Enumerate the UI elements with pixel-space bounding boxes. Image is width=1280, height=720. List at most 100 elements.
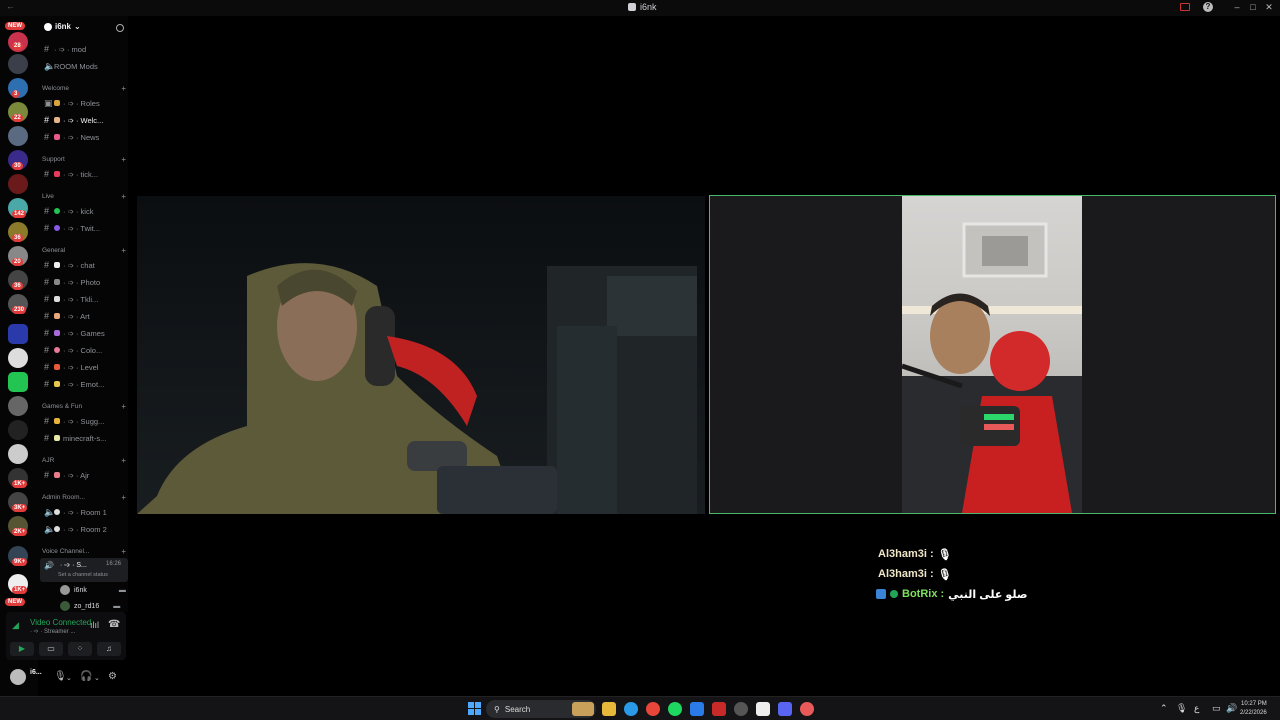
server-icon[interactable] (8, 174, 28, 194)
settings-icon[interactable] (734, 702, 748, 716)
hash-icon: # (44, 470, 50, 480)
headphones-icon[interactable]: 🎧 (80, 671, 92, 682)
rules-icon: ▣ (44, 97, 53, 108)
channel-room-mods[interactable]: 🔈 ROOM Mods (44, 59, 126, 73)
server-icon[interactable] (8, 420, 28, 440)
channel-room-2[interactable]: 🔈 · ➩ · Room 2 (44, 522, 126, 536)
network-icon[interactable]: ▭ (1212, 703, 1221, 714)
file-explorer-icon[interactable] (602, 702, 616, 716)
emoji-icon (54, 171, 60, 177)
server-icon[interactable] (8, 396, 28, 416)
help-icon[interactable]: ? (1203, 2, 1213, 12)
spotify-icon[interactable] (668, 702, 682, 716)
plus-icon[interactable]: + (121, 493, 126, 502)
category-admin-room[interactable]: Admin Room... + (42, 492, 126, 502)
invite-icon[interactable] (116, 24, 124, 32)
channel-minecraft[interactable]: # minecraft-s... (44, 431, 126, 445)
signal-icon[interactable]: ◢ (12, 620, 24, 630)
soundboard-button[interactable]: ♫ (97, 642, 121, 656)
server-name-header[interactable]: i6nk ⌄ (44, 22, 81, 31)
channel-chat[interactable]: # · ➩ · chat (44, 258, 126, 272)
channel-welcome[interactable]: # · ➩ · Welc... (44, 113, 126, 127)
plus-icon[interactable]: + (121, 155, 126, 164)
back-arrow-icon[interactable]: ← (6, 1, 15, 11)
server-icon[interactable] (8, 444, 28, 464)
category-games-fun[interactable]: Games & Fun + (42, 401, 126, 411)
category-live[interactable]: Live + (42, 191, 126, 201)
kick-server-icon[interactable] (8, 372, 28, 392)
start-button[interactable] (468, 702, 481, 715)
language-icon[interactable]: ع (1194, 703, 1199, 714)
channel-news[interactable]: # · ➩ · News (44, 130, 126, 144)
discord-icon[interactable] (778, 702, 792, 716)
system-clock[interactable]: 10:27 PM 2/22/2026 (1240, 700, 1267, 718)
channel-photo[interactable]: # · ➩ · Photo (44, 275, 126, 289)
hash-icon: # (44, 362, 50, 372)
category-voice-channels[interactable]: Voice Channel... + (42, 546, 126, 556)
plus-icon[interactable]: + (121, 246, 126, 255)
chrome-icon[interactable] (646, 702, 660, 716)
noise-suppression-icon[interactable]: ılıl (90, 620, 99, 630)
maximize-button[interactable]: □ (1246, 2, 1260, 12)
channel-level[interactable]: # · ➩ · Level (44, 360, 126, 374)
camera-button[interactable]: ▶ (10, 642, 34, 656)
channel-games[interactable]: # · ➩ · Games (44, 326, 126, 340)
microphone-icon[interactable]: 🎙 (1176, 703, 1187, 714)
category-ajr[interactable]: AJR + (42, 455, 126, 465)
chat-message: Al3ham3i : 🎙 (878, 568, 952, 581)
screen-share-button[interactable]: ▭ (39, 642, 63, 656)
category-welcome[interactable]: Welcome + (42, 83, 126, 93)
channel-emotes[interactable]: # · ➩ · Emot... (44, 377, 126, 391)
edge-icon[interactable] (624, 702, 638, 716)
active-voice-channel[interactable]: 🔊 · ➩ · S... 16:26 Set a channel status (40, 558, 128, 582)
plus-icon[interactable]: + (121, 192, 126, 201)
app-icon[interactable] (712, 702, 726, 716)
chevron-down-icon[interactable]: ⌄ (66, 674, 72, 682)
channel-kick[interactable]: # · ➩ · kick (44, 204, 126, 218)
channel-art[interactable]: # · ➩ · Art (44, 309, 126, 323)
store-icon[interactable] (690, 702, 704, 716)
emoji-icon (54, 134, 60, 140)
channel-ticket[interactable]: # · ➩ · tick... (44, 167, 126, 181)
minimize-button[interactable]: – (1230, 2, 1244, 12)
chevron-down-icon[interactable]: ⌄ (94, 674, 100, 682)
plus-icon[interactable]: + (121, 547, 126, 556)
category-general[interactable]: General + (42, 245, 126, 255)
voice-member[interactable]: zo_rd16 ▬ (60, 601, 120, 611)
category-support[interactable]: Support + (42, 154, 126, 164)
app-icon[interactable] (800, 702, 814, 716)
channel-twitch[interactable]: # · ➩ · Twit... (44, 221, 126, 235)
channel-suggestions[interactable]: # · ➩ · Sugg... (44, 414, 126, 428)
plus-icon[interactable]: + (121, 84, 126, 93)
stream-tile-right[interactable] (709, 195, 1276, 514)
plus-icon[interactable]: + (121, 456, 126, 465)
channel-room-1[interactable]: 🔈 · ➩ · Room 1 (44, 505, 126, 519)
server-icon[interactable] (8, 126, 28, 146)
server-icon[interactable] (8, 348, 28, 368)
channel-ajr[interactable]: # · ➩ · Ajr (44, 468, 126, 482)
activities-button[interactable]: ⁘ (68, 642, 92, 656)
stream-tile-left[interactable] (137, 196, 705, 514)
folder-icon[interactable] (8, 324, 28, 344)
channel-colors[interactable]: # · ➩ · Colo... (44, 343, 126, 357)
widget-icon[interactable] (572, 702, 594, 716)
avatar[interactable] (10, 669, 26, 685)
disconnect-icon[interactable]: ☎ (108, 619, 120, 630)
channel-roles[interactable]: ▣ · ➩ · Roles (44, 96, 126, 110)
app-icon[interactable] (756, 702, 770, 716)
server-icon[interactable] (8, 54, 28, 74)
window-title: i6nk (628, 2, 657, 12)
chat-message: BotRix : صلو على النبي (872, 584, 1072, 604)
channel-tiktok[interactable]: # · ➩ · Tkli... (44, 292, 126, 306)
settings-gear-icon[interactable]: ⚙ (108, 671, 117, 682)
microphone-icon[interactable]: 🎙 (54, 671, 67, 682)
badge: 22 (12, 114, 23, 122)
voice-member[interactable]: i6nk ▬ (60, 585, 126, 595)
close-button[interactable]: ✕ (1262, 2, 1276, 13)
chevron-up-icon[interactable]: ⌃ (1160, 703, 1168, 714)
channel-mod[interactable]: # · ➩ · mod (44, 42, 126, 56)
emoji-icon (54, 225, 60, 231)
volume-icon[interactable]: 🔊 (1226, 703, 1237, 714)
screen-share-icon[interactable] (1180, 3, 1190, 11)
plus-icon[interactable]: + (121, 402, 126, 411)
